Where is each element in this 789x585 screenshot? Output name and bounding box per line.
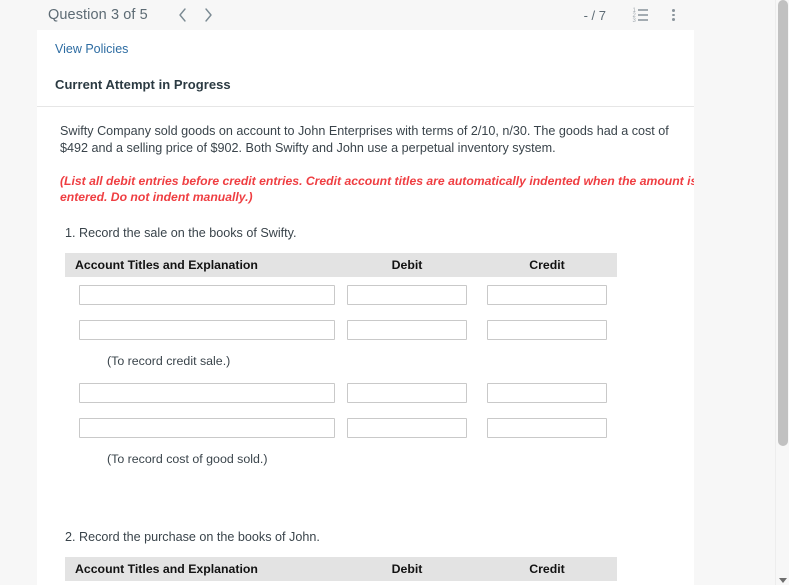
credit-amount-input[interactable] — [487, 284, 607, 305]
kebab-glyph — [671, 8, 675, 22]
score-display: - / 7 — [583, 7, 606, 23]
attempt-status-heading: Current Attempt in Progress — [55, 77, 231, 92]
debit-amount-input[interactable] — [347, 417, 467, 438]
kebab-dot-2 — [671, 13, 675, 17]
column-header-account: Account Titles and Explanation — [75, 258, 258, 272]
account-title-input[interactable] — [79, 417, 335, 438]
table-row — [65, 375, 617, 410]
table-header-row: Account Titles and Explanation Debit Cre… — [65, 253, 617, 277]
kebab-dot-3 — [671, 18, 675, 22]
account-title-input[interactable] — [79, 382, 335, 403]
view-policies-link[interactable]: View Policies — [55, 42, 128, 56]
column-header-account: Account Titles and Explanation — [75, 562, 258, 576]
cell-credit — [477, 284, 617, 305]
question-toolbar: Question 3 of 5 - / 7 1 2 3 — [0, 0, 775, 30]
entry-instructions: (List all debit entries before credit en… — [60, 174, 694, 204]
cell-account — [65, 382, 337, 403]
column-header-debit: Debit — [391, 562, 423, 576]
scrollbar-thumb[interactable] — [778, 0, 788, 446]
cell-credit — [477, 417, 617, 438]
requirement-1-label: 1. Record the sale on the books of Swift… — [65, 226, 297, 240]
cell-account — [65, 417, 337, 438]
list-line-1 — [637, 9, 648, 11]
table-row — [65, 581, 617, 585]
numbered-list-icon[interactable]: 1 2 3 — [628, 3, 652, 27]
debit-amount-input[interactable] — [347, 319, 467, 340]
journal-table-2: Account Titles and Explanation Debit Cre… — [65, 557, 617, 585]
column-header-debit: Debit — [391, 258, 423, 272]
question-card: View Policies Current Attempt in Progres… — [37, 30, 694, 585]
debit-amount-input[interactable] — [347, 284, 467, 305]
table-row — [65, 312, 617, 347]
problem-statement: Swifty Company sold goods on account to … — [60, 124, 669, 155]
more-options-icon[interactable] — [661, 3, 685, 27]
memo-record-credit-sale: (To record credit sale.) — [107, 354, 231, 368]
table-row — [65, 410, 617, 445]
list-digit-3: 3 — [632, 18, 636, 24]
toolbar-right-group: - / 7 1 2 3 — [584, 3, 775, 27]
table-header-row: Account Titles and Explanation Debit Cre… — [65, 557, 617, 581]
list-line-2 — [637, 14, 648, 16]
question-counter: Question 3 of 5 — [48, 7, 148, 23]
question-navigation — [170, 3, 222, 27]
scroll-down-arrow-icon[interactable] — [779, 578, 787, 583]
column-header-credit: Credit — [529, 258, 565, 272]
kebab-dot-1 — [671, 9, 675, 12]
cell-debit — [337, 284, 477, 305]
previous-question-button[interactable] — [170, 3, 196, 27]
cell-account — [65, 284, 337, 305]
numbered-list-glyph: 1 2 3 — [632, 8, 648, 24]
account-title-input[interactable] — [79, 319, 335, 340]
vertical-scrollbar[interactable] — [775, 0, 789, 585]
list-line-3 — [637, 19, 648, 21]
credit-amount-input[interactable] — [487, 417, 607, 438]
page-container: Question 3 of 5 - / 7 1 2 3 View Policie… — [0, 0, 775, 585]
cell-credit — [477, 319, 617, 340]
requirement-2-label: 2. Record the purchase on the books of J… — [65, 530, 320, 544]
table-row — [65, 277, 617, 312]
debit-amount-input[interactable] — [347, 382, 467, 403]
cell-debit — [337, 319, 477, 340]
cell-debit — [337, 417, 477, 438]
cell-debit — [337, 382, 477, 403]
next-question-button[interactable] — [196, 3, 222, 27]
memo-record-cost-of-goods-sold: (To record cost of good sold.) — [107, 452, 268, 466]
cell-account — [65, 319, 337, 340]
header-divider — [37, 106, 694, 107]
account-title-input[interactable] — [79, 284, 335, 305]
column-header-credit: Credit — [529, 562, 565, 576]
credit-amount-input[interactable] — [487, 382, 607, 403]
credit-amount-input[interactable] — [487, 319, 607, 340]
journal-table-1: Account Titles and Explanation Debit Cre… — [65, 253, 617, 473]
cell-credit — [477, 382, 617, 403]
